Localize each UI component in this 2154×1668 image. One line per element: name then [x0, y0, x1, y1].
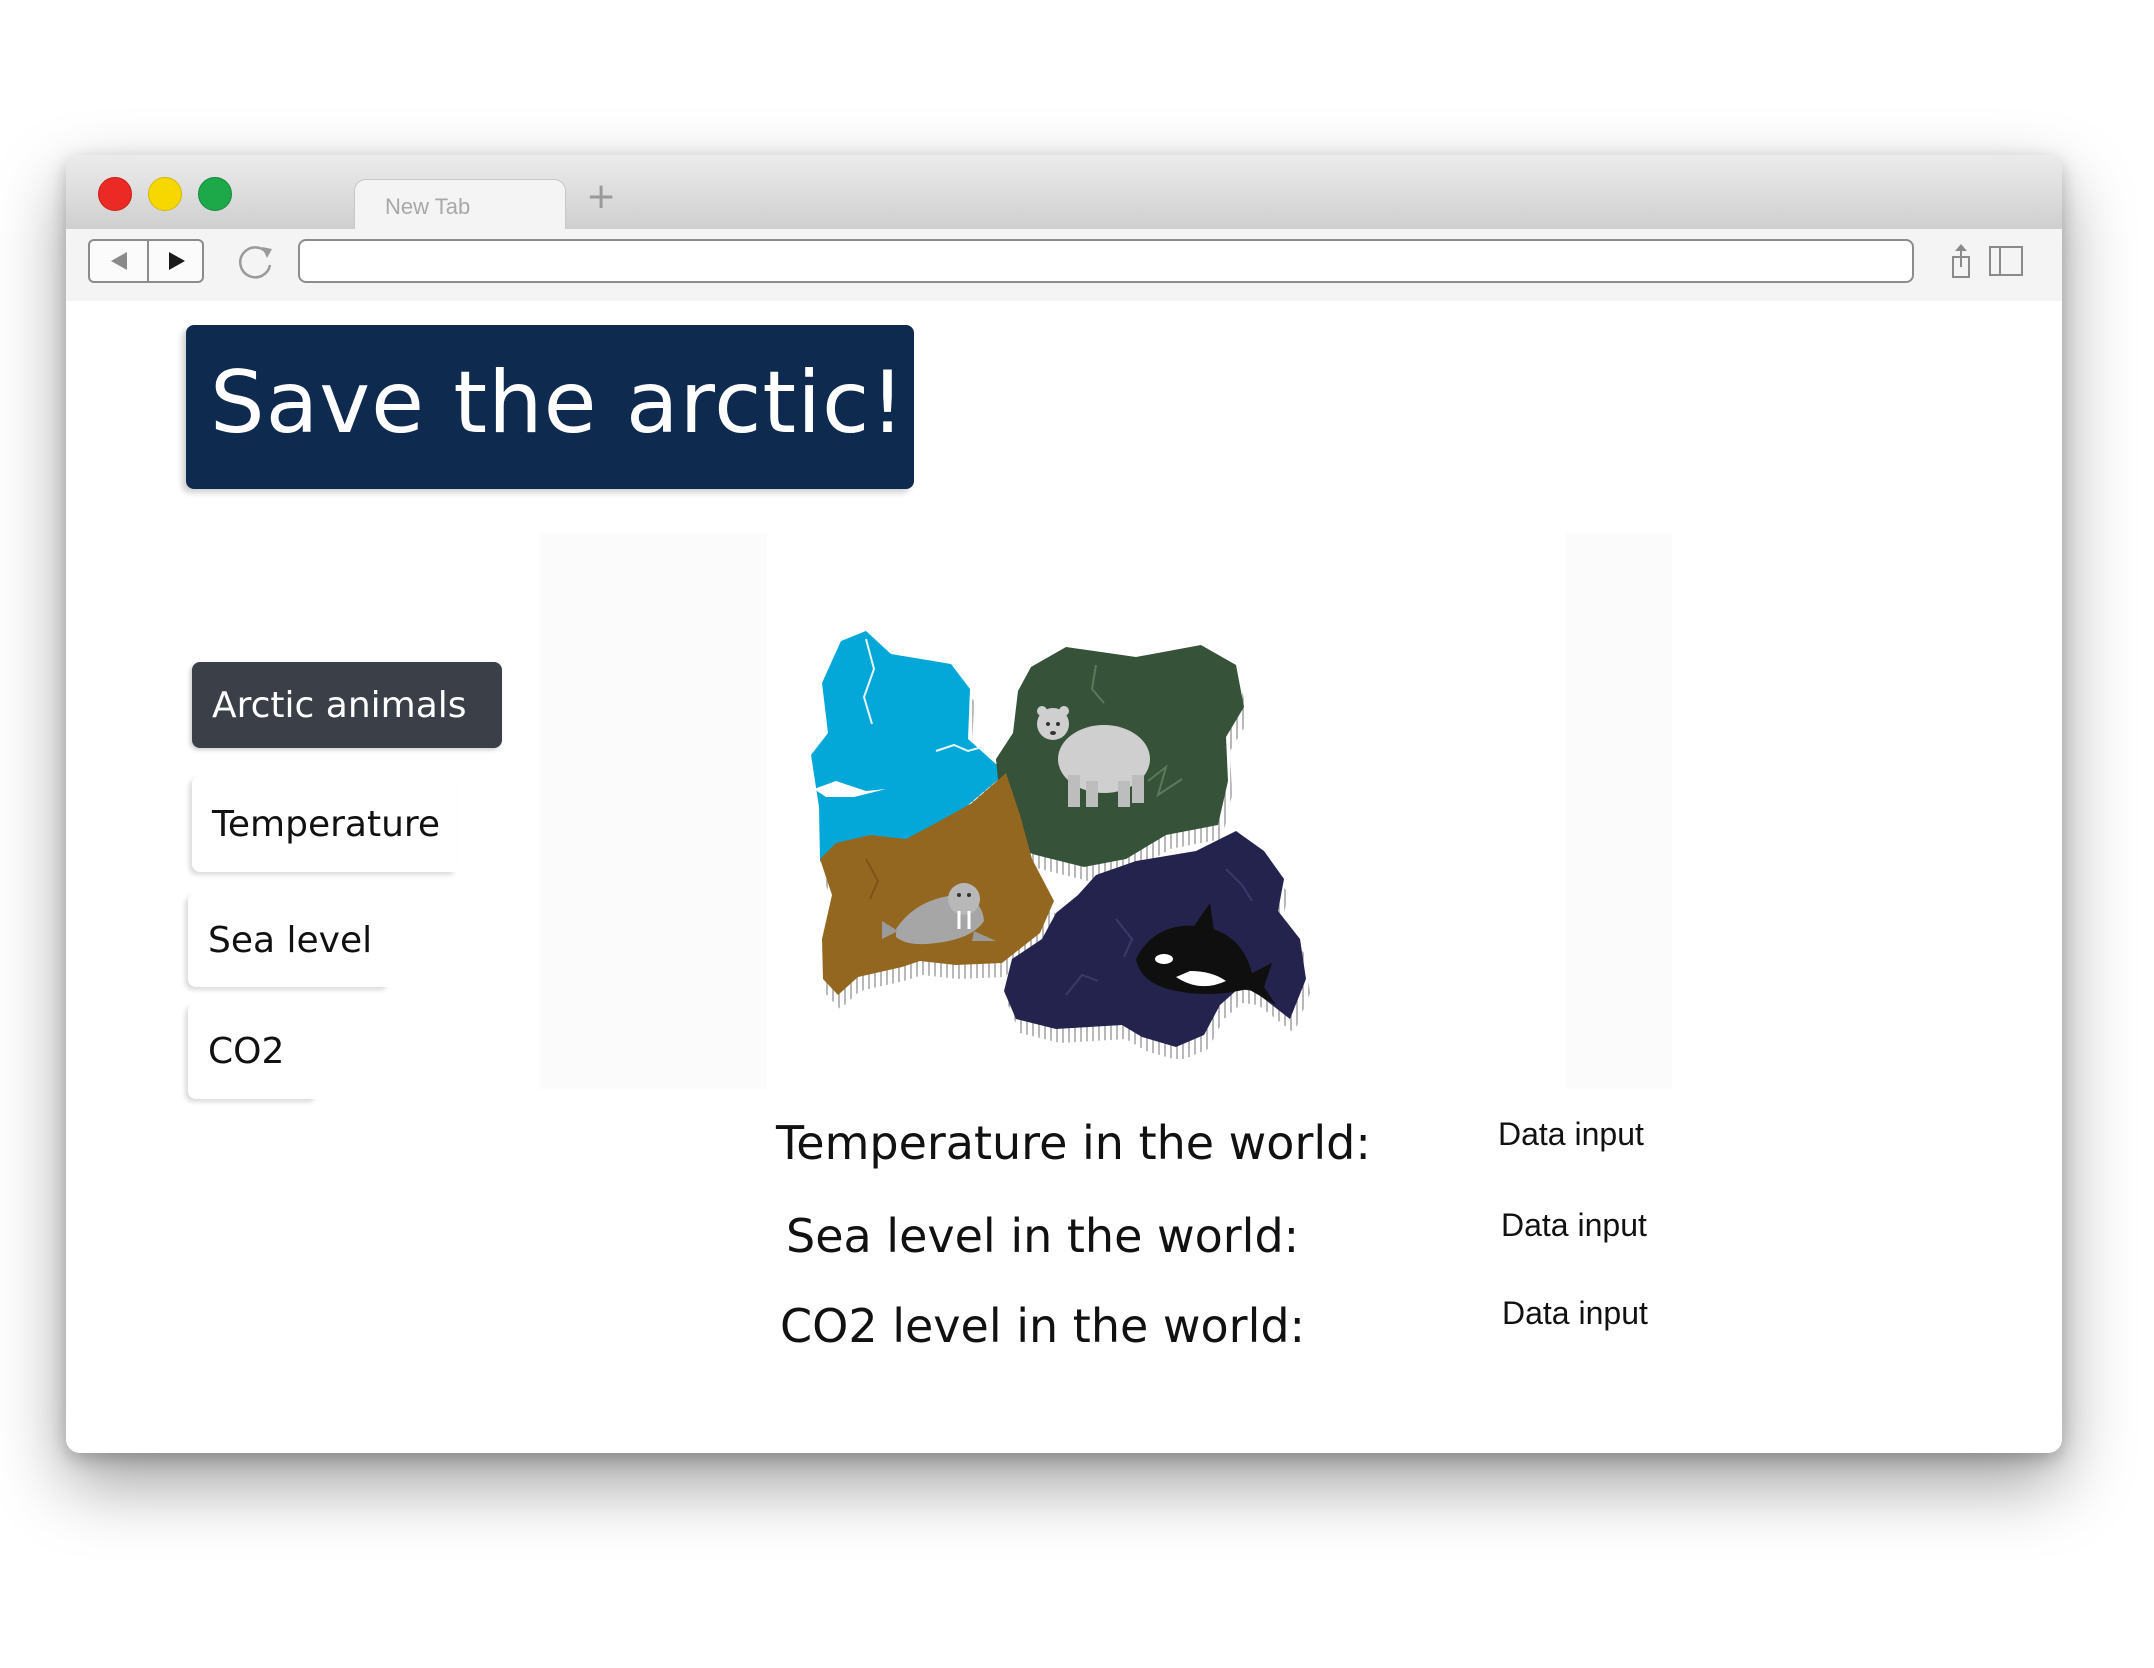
stat-temperature-value: Data input: [1498, 1116, 1644, 1152]
arctic-map-illustration: [811, 631, 1310, 1059]
menu-item-arctic-animals[interactable]: Arctic animals: [192, 662, 502, 748]
faded-panel-right: [1566, 533, 1672, 1089]
triangle-right-icon: [168, 252, 185, 270]
close-window-button[interactable]: [98, 177, 132, 211]
minimize-window-button[interactable]: [148, 177, 182, 211]
sidebar-toggle-button[interactable]: [1986, 241, 2026, 281]
address-bar[interactable]: [298, 239, 1914, 283]
browser-toolbar: [66, 229, 2062, 302]
tab-label: New Tab: [385, 194, 471, 219]
page-title: Save the arctic!: [210, 353, 906, 453]
maximize-window-button[interactable]: [198, 177, 232, 211]
new-tab-button[interactable]: +: [586, 179, 616, 215]
stat-co2-label: CO2 level in the world:: [780, 1299, 1306, 1353]
page-content: Save the arctic! Arctic animals Temperat…: [66, 301, 2062, 1453]
browser-window: New Tab + Save the arctic! Arctic animal…: [66, 155, 2062, 1453]
stat-co2-value: Data input: [1502, 1295, 1648, 1331]
arctic-region-map[interactable]: [536, 519, 1536, 1059]
stat-temperature-label: Temperature in the world:: [776, 1116, 1371, 1170]
menu-item-sea-level[interactable]: Sea level: [188, 893, 388, 987]
stat-sea-level-label: Sea level in the world:: [786, 1209, 1300, 1263]
back-button[interactable]: [90, 241, 149, 281]
stat-sea-level-value: Data input: [1501, 1207, 1647, 1243]
menu-item-temperature[interactable]: Temperature: [192, 776, 456, 872]
tab-new-tab[interactable]: New Tab: [354, 179, 566, 232]
navigation-buttons: [88, 239, 204, 283]
forward-button[interactable]: [148, 241, 205, 281]
reload-button[interactable]: [234, 239, 278, 283]
title-bar: New Tab +: [66, 155, 2062, 232]
share-icon: [1952, 244, 1970, 278]
sidebar-icon: [1989, 246, 2023, 276]
share-button[interactable]: [1946, 239, 1976, 283]
reload-icon: [239, 246, 272, 279]
menu-item-co2[interactable]: CO2: [188, 1003, 316, 1099]
title-banner: Save the arctic!: [186, 325, 914, 489]
triangle-left-icon: [110, 252, 127, 270]
